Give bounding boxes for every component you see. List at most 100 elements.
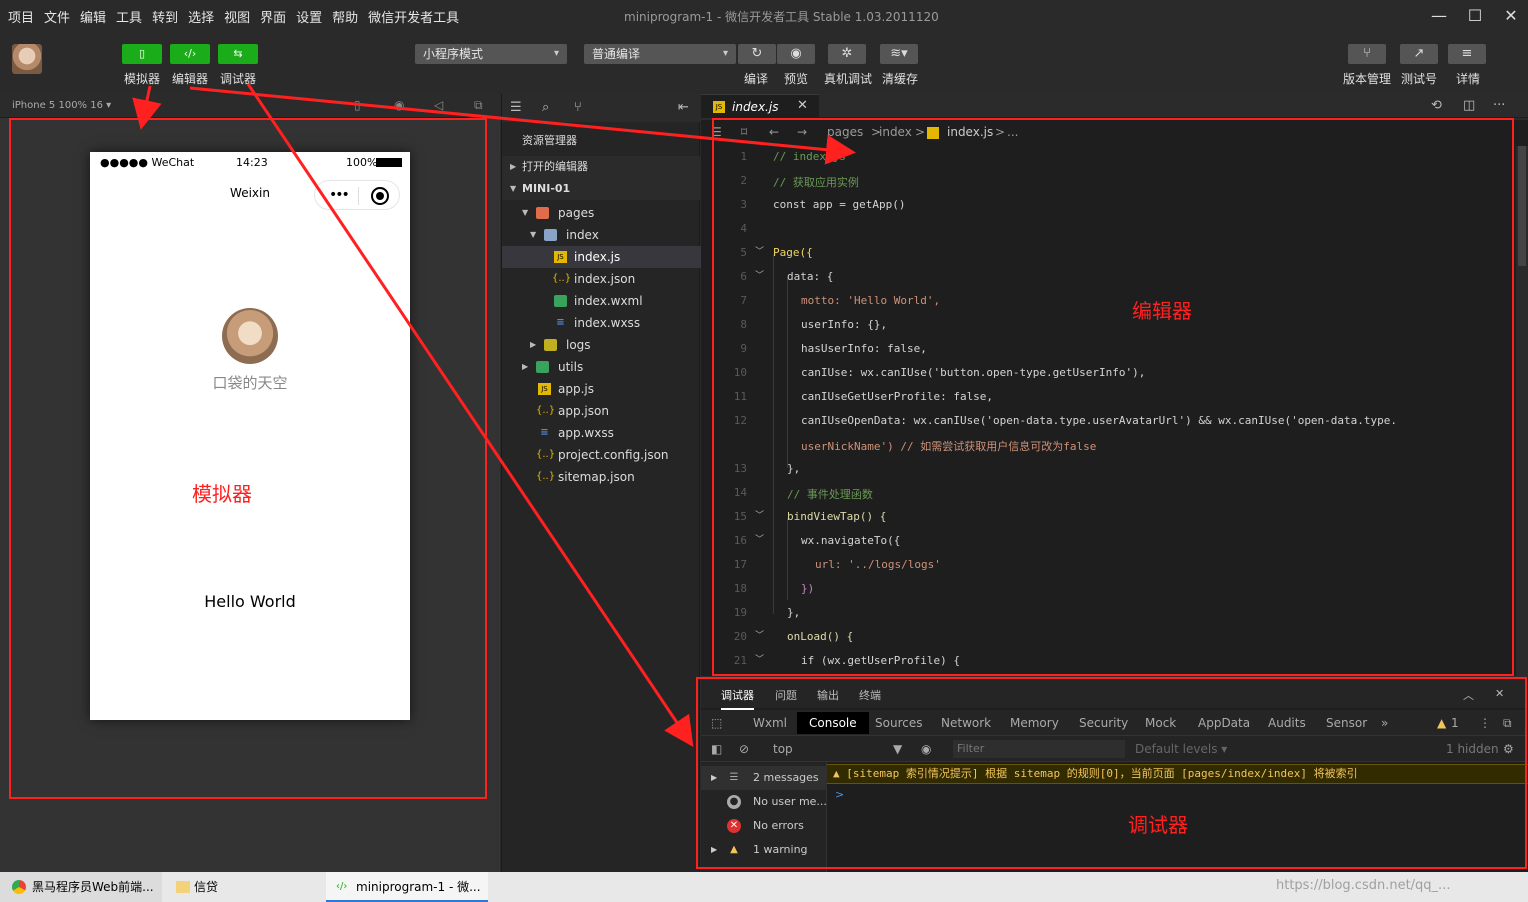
folder-icon xyxy=(176,881,190,893)
list-icon[interactable]: ☰ xyxy=(510,100,522,115)
menu-item[interactable]: 微信开发者工具 xyxy=(368,7,459,26)
watermark: https://blog.csdn.net/qq_... xyxy=(1276,878,1451,893)
simulator-header: iPhone 5 100% 16 ▾ ▯ ◉ ◁ ⧉ xyxy=(0,94,500,118)
version-label[interactable]: 版本管理 xyxy=(1343,70,1391,87)
scrollbar-thumb[interactable] xyxy=(1518,146,1526,266)
split-icon[interactable]: ◫ xyxy=(1463,98,1475,113)
debugger-label: 调试器 xyxy=(220,72,257,86)
project-section[interactable]: ▼ MINI-01 xyxy=(502,178,701,200)
open-editors-label: 打开的编辑器 xyxy=(522,160,588,173)
eye-icon[interactable]: ◉ xyxy=(777,44,815,64)
wechat-devtools-icon: ‹/› xyxy=(336,881,348,892)
editor-label: 编辑器 xyxy=(172,72,209,86)
tree-file-index-wxml[interactable]: index.wxml xyxy=(502,290,701,312)
code-icon: ‹/› xyxy=(183,47,197,60)
minimize-icon[interactable]: — xyxy=(1424,4,1454,28)
tree-label: index xyxy=(566,228,599,242)
details-label[interactable]: 详情 xyxy=(1456,70,1480,87)
device-select[interactable]: iPhone 5 100% 16 ▾ xyxy=(12,100,111,111)
chevron-down-icon: ▼ xyxy=(522,208,529,217)
simulator-toggle-button[interactable]: ▯ xyxy=(122,44,162,64)
taskbar-item-browser[interactable]: 黑马程序员Web前端... xyxy=(0,872,162,902)
collapse-icon[interactable]: ⇤ xyxy=(678,100,689,115)
js-file-icon: JS xyxy=(538,383,551,395)
tree-file-project-config[interactable]: {..} project.config.json xyxy=(502,444,701,466)
record-icon[interactable]: ◉ xyxy=(394,98,404,112)
tree-file-index-json[interactable]: {..} index.json xyxy=(502,268,701,290)
compile-select[interactable]: 普通编译 xyxy=(584,44,736,64)
test-account-label[interactable]: 测试号 xyxy=(1401,70,1437,87)
layers-icon[interactable]: ≋▾ xyxy=(880,44,918,64)
chevron-down-icon: ▼ xyxy=(530,230,537,239)
tree-label: index.wxss xyxy=(574,316,641,330)
menu-icon[interactable]: ≡ xyxy=(1448,44,1486,64)
taskbar-item-folder[interactable]: 信贷 xyxy=(164,872,324,902)
main-menu: 项目 文件 编辑 工具 转到 选择 视图 界面 设置 帮助 微信开发者工具 xyxy=(8,7,469,26)
external-icon[interactable]: ↗ xyxy=(1400,44,1438,64)
menu-item[interactable]: 项目 xyxy=(8,7,34,26)
editor-tabs: JS index.js ✕ ⟲ ◫ ··· xyxy=(701,94,1528,118)
branch-icon[interactable]: ⑂ xyxy=(1348,44,1386,64)
taskbar-label: 信贷 xyxy=(194,880,219,894)
taskbar-label: 黑马程序员Web前端... xyxy=(32,880,154,894)
menu-item[interactable]: 设置 xyxy=(296,7,322,26)
window-title: miniprogram-1 - 微信开发者工具 Stable 1.03.2011… xyxy=(624,10,939,24)
tree-file-sitemap[interactable]: {..} sitemap.json xyxy=(502,466,701,488)
tree-folder-index[interactable]: ▼ index xyxy=(502,224,701,246)
volume-icon[interactable]: ◁ xyxy=(434,98,443,112)
menu-item[interactable]: 编辑 xyxy=(80,7,106,26)
tree-file-app-js[interactable]: JS app.js xyxy=(502,378,701,400)
tree-label: app.js xyxy=(558,382,594,396)
explorer-title: 资源管理器 xyxy=(522,134,577,147)
preview-label[interactable]: 预览 xyxy=(784,70,808,87)
editor-toggle-button[interactable]: ‹/› xyxy=(170,44,210,64)
menu-item[interactable]: 文件 xyxy=(44,7,70,26)
menu-item[interactable]: 界面 xyxy=(260,7,286,26)
tree-file-index-wxss[interactable]: ≡ index.wxss xyxy=(502,312,701,334)
tree-folder-logs[interactable]: ▶ logs xyxy=(502,334,701,356)
editor-scrollbar[interactable] xyxy=(1516,146,1528,676)
tree-folder-utils[interactable]: ▶ utils xyxy=(502,356,701,378)
search-icon[interactable]: ⌕ xyxy=(542,100,549,115)
popout-icon[interactable]: ⧉ xyxy=(474,98,483,113)
refresh-icon[interactable]: ↻ xyxy=(738,44,776,64)
tree-file-index-js[interactable]: JS index.js xyxy=(502,246,701,268)
tree-file-app-json[interactable]: {..} app.json xyxy=(502,400,701,422)
close-icon[interactable]: ✕ xyxy=(1496,4,1526,28)
tab-label: index.js xyxy=(732,100,779,114)
tab-index-js[interactable]: JS index.js ✕ xyxy=(701,94,819,118)
tree-file-app-wxss[interactable]: ≡ app.wxss xyxy=(502,422,701,444)
wxml-file-icon xyxy=(554,295,567,307)
clear-cache-label[interactable]: 清缓存 xyxy=(882,70,918,87)
json-file-icon: {..} xyxy=(536,405,556,416)
menu-item[interactable]: 选择 xyxy=(188,7,214,26)
user-avatar[interactable] xyxy=(12,44,42,74)
git-icon[interactable]: ⑂ xyxy=(574,100,582,115)
project-label: MINI-01 xyxy=(522,182,571,195)
tree-folder-pages[interactable]: ▼ pages xyxy=(502,202,701,224)
compare-icon[interactable]: ⟲ xyxy=(1431,98,1442,113)
folder-icon xyxy=(544,339,557,351)
bug-icon[interactable]: ✲ xyxy=(828,44,866,64)
open-editors-section[interactable]: ▶ 打开的编辑器 xyxy=(502,156,701,178)
more-icon[interactable]: ··· xyxy=(1493,98,1505,113)
maximize-icon[interactable]: ☐ xyxy=(1460,4,1490,28)
debugger-toggle-button[interactable]: ⇆ xyxy=(218,44,258,64)
editor-annotation: 编辑器 xyxy=(1132,299,1192,323)
menu-item[interactable]: 视图 xyxy=(224,7,250,26)
phone-icon: ▯ xyxy=(138,47,146,60)
css-file-icon: ≡ xyxy=(540,427,549,438)
menu-item[interactable]: 转到 xyxy=(152,7,178,26)
close-tab-icon[interactable]: ✕ xyxy=(797,98,808,113)
real-device-debug-label[interactable]: 真机调试 xyxy=(824,70,872,87)
debug-icon: ⇆ xyxy=(233,47,243,60)
taskbar-item-devtools[interactable]: ‹/› miniprogram-1 - 微... xyxy=(326,872,488,902)
chevron-right-icon: ▶ xyxy=(510,162,517,171)
compile-label[interactable]: 编译 xyxy=(744,70,768,87)
menu-item[interactable]: 帮助 xyxy=(332,7,358,26)
tree-label: logs xyxy=(566,338,591,352)
phone-icon[interactable]: ▯ xyxy=(354,98,361,112)
menu-item[interactable]: 工具 xyxy=(116,7,142,26)
json-file-icon: {..} xyxy=(536,449,556,460)
mode-select[interactable]: 小程序模式 xyxy=(415,44,567,64)
